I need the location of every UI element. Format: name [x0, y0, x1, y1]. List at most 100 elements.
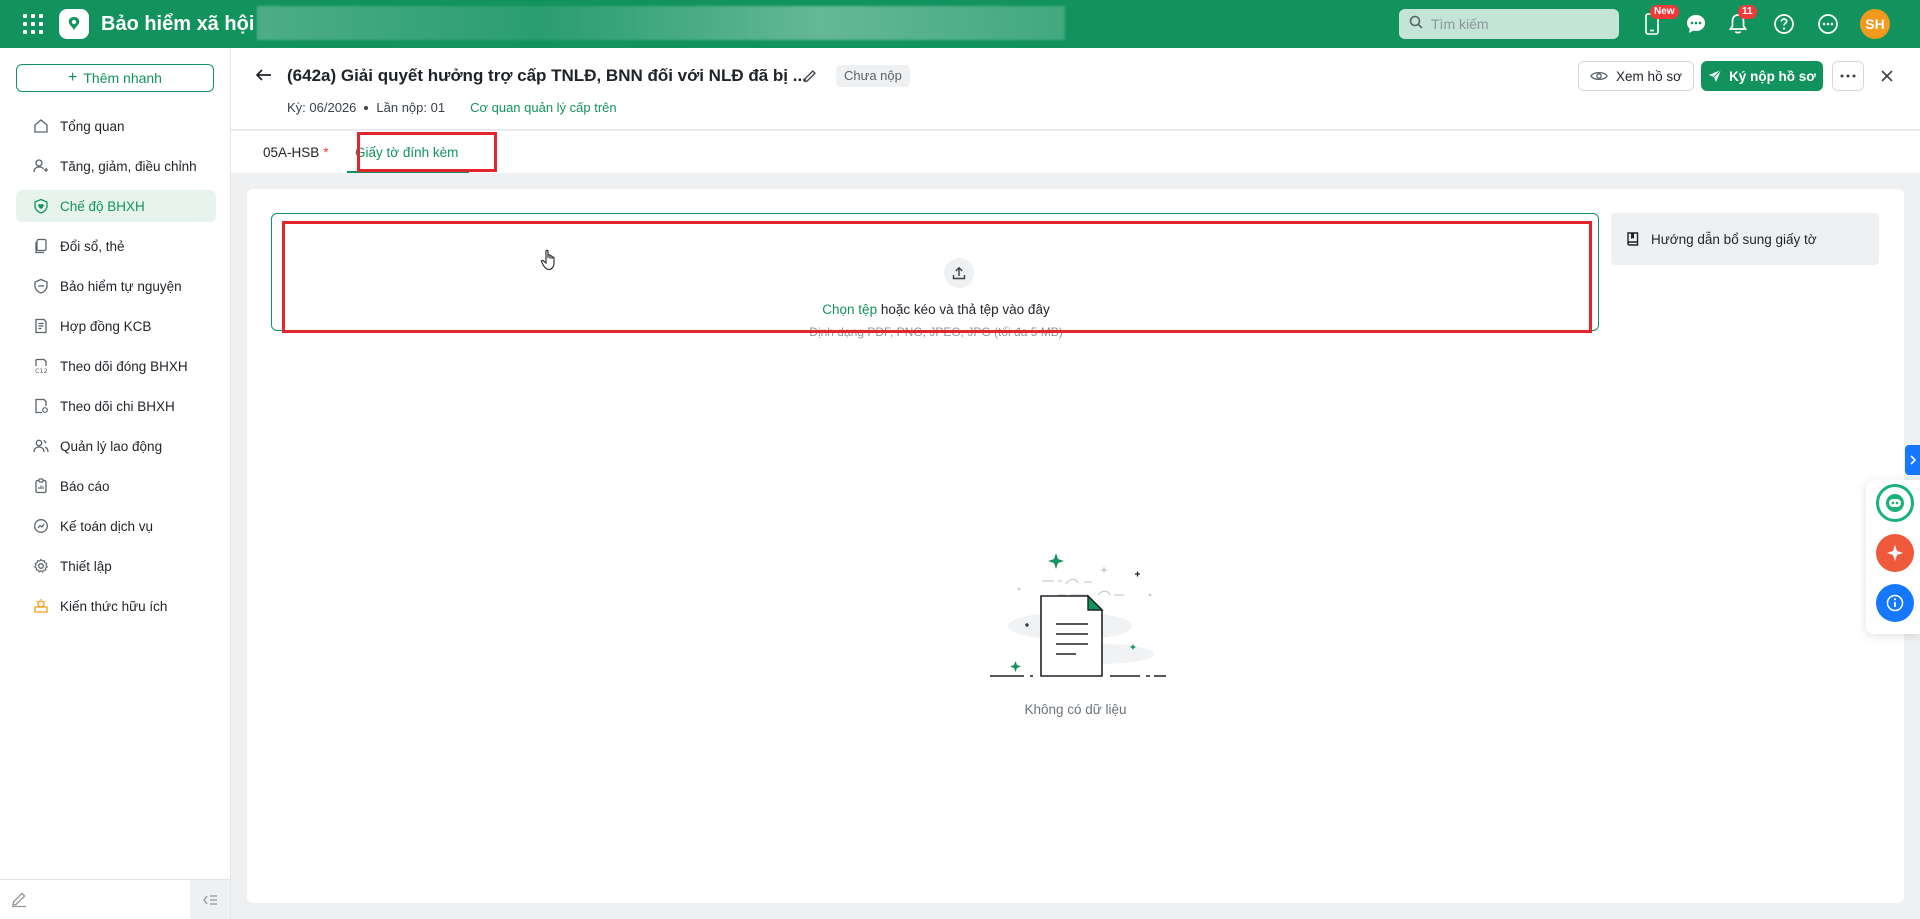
accounting-icon	[32, 517, 50, 535]
info-button[interactable]	[1876, 584, 1914, 622]
hand-cursor-icon	[540, 249, 558, 276]
expand-panel-button[interactable]	[1905, 445, 1920, 475]
attachment-guide-label: Hướng dẫn bổ sung giấy tờ	[1651, 231, 1817, 247]
submission-meta: Kỳ: 06/2026 Lần nộp: 01 Cơ quan quản lý …	[287, 100, 617, 115]
page-header: (642a) Giải quyết hưởng trợ cấp TNLĐ, BN…	[231, 48, 1920, 130]
choose-file-link[interactable]: Chọn tệp	[822, 302, 877, 317]
chat-button[interactable]	[1682, 10, 1710, 38]
view-dossier-button[interactable]: Xem hồ sơ	[1578, 61, 1694, 91]
report-icon	[32, 477, 50, 495]
collapse-sidebar-button[interactable]	[190, 880, 230, 919]
chat-bubble-icon	[1687, 15, 1705, 33]
tab-label: 05A-HSB	[263, 144, 320, 160]
gear-icon	[32, 557, 50, 575]
view-dossier-label: Xem hồ sơ	[1616, 68, 1682, 84]
sidebar-item-label: Kiến thức hữu ích	[60, 598, 168, 614]
new-badge: New	[1650, 5, 1679, 19]
sidebar-item-service-accounting[interactable]: Kế toán dịch vụ	[16, 510, 216, 542]
sidebar-item-label: Tổng quan	[60, 118, 125, 134]
required-mark: *	[323, 144, 329, 160]
pencil-icon	[12, 892, 26, 908]
search-input[interactable]	[1431, 16, 1611, 32]
attachment-guide-button[interactable]: Hướng dẫn bổ sung giấy tờ	[1611, 213, 1879, 265]
sidebar-item-label: Kế toán dịch vụ	[60, 518, 154, 534]
sidebar-item-social-insurance-benefits[interactable]: Chế độ BHXH	[16, 190, 216, 222]
sidebar-item-label: Bảo hiểm tự nguyện	[60, 278, 182, 294]
sign-submit-button[interactable]: Ký nộp hồ sơ	[1701, 61, 1823, 91]
blurred-banner	[257, 6, 1065, 40]
quick-add-button[interactable]: + Thêm nhanh	[16, 64, 214, 92]
shield-icon	[32, 277, 50, 295]
sidebar-item-label: Theo dõi đóng BHXH	[60, 358, 188, 374]
help-button[interactable]	[1770, 10, 1798, 38]
sidebar-item-label: Quản lý lao động	[60, 438, 163, 454]
close-button[interactable]	[1875, 64, 1899, 88]
ai-assistant-button[interactable]	[1876, 534, 1914, 572]
chatbot-icon	[1886, 494, 1904, 512]
submission-count: Lần nộp: 01	[376, 100, 446, 115]
users-icon	[32, 437, 50, 455]
agency-link[interactable]: Cơ quan quản lý cấp trên	[470, 100, 617, 115]
notification-count-badge: 11	[1738, 5, 1757, 19]
sidebar-footer	[0, 879, 231, 919]
edit-menu-button[interactable]	[10, 890, 30, 910]
plus-icon: +	[68, 69, 78, 86]
sidebar-item-reports[interactable]: Báo cáo	[16, 470, 216, 502]
search-box[interactable]	[1399, 9, 1619, 39]
sidebar-item-labor-management[interactable]: Quản lý lao động	[16, 430, 216, 462]
document-settings-icon	[32, 397, 50, 415]
tab-label: Giấy tờ đính kèm	[355, 144, 459, 160]
user-avatar[interactable]: SH	[1860, 9, 1890, 39]
more-actions-button[interactable]	[1832, 61, 1864, 91]
sidebar-item-voluntary-insurance[interactable]: Bảo hiểm tự nguyện	[16, 270, 216, 302]
apps-grid-icon[interactable]	[21, 12, 45, 36]
sidebar-item-overview[interactable]: Tổng quan	[16, 110, 216, 142]
sidebar-item-label: Chế độ BHXH	[60, 198, 145, 214]
collapse-sidebar-icon	[203, 895, 217, 905]
empty-state-message: Không có dữ liệu	[1024, 702, 1127, 717]
sidebar-item-label: Thiết lập	[60, 558, 112, 574]
chatbot-button[interactable]	[1876, 484, 1914, 522]
help-circle-icon	[1774, 14, 1794, 34]
notifications-button[interactable]: 11	[1724, 5, 1757, 38]
back-button[interactable]	[253, 64, 277, 88]
sidebar-item-book-card-exchange[interactable]: Đổi sổ, thẻ	[16, 230, 216, 262]
info-icon	[1886, 594, 1904, 612]
sidebar-nav: Tổng quan Tăng, giảm, điều chỉnh Chế độ …	[16, 110, 216, 630]
file-dropzone[interactable]: Chọn tệp hoặc kéo và thả tệp vào đây Địn…	[271, 213, 1600, 339]
sidebar-item-settings[interactable]: Thiết lập	[16, 550, 216, 582]
sidebar-item-adjustments[interactable]: Tăng, giảm, điều chỉnh	[16, 150, 216, 182]
upload-icon	[944, 258, 974, 288]
attachments-panel: Chọn tệp hoặc kéo và thả tệp vào đây Địn…	[247, 189, 1904, 903]
drag-drop-text: hoặc kéo và thả tệp vào đây	[877, 302, 1050, 317]
period-label: Kỳ: 06/2026	[287, 100, 357, 115]
sidebar-item-label: Báo cáo	[60, 478, 110, 494]
more-apps-button[interactable]	[1814, 10, 1842, 38]
close-icon	[1881, 70, 1893, 82]
sidebar: + Thêm nhanh Tổng quan Tăng, giảm, điều …	[0, 48, 231, 919]
brand-logo-icon	[59, 9, 89, 39]
edit-title-button[interactable]	[802, 68, 818, 89]
page-title: (642a) Giải quyết hưởng trợ cấp TNLĐ, BN…	[287, 66, 807, 85]
ellipsis-icon	[1840, 74, 1856, 78]
tab-05a-hsb[interactable]: 05A-HSB *	[263, 131, 329, 173]
send-icon	[1709, 69, 1722, 82]
sidebar-item-track-payments[interactable]: Theo dõi chi BHXH	[16, 390, 216, 422]
book-icon	[1627, 232, 1639, 246]
sidebar-item-track-contributions[interactable]: C12 Theo dõi đóng BHXH	[16, 350, 216, 382]
tab-attachments[interactable]: Giấy tờ đính kèm	[355, 131, 458, 173]
sidebar-item-label: Tăng, giảm, điều chỉnh	[60, 158, 197, 174]
file-format-hint: Định dạng PDF, PNG, JPEG, JPG (tối đa 5 …	[809, 325, 1063, 339]
sidebar-item-useful-knowledge[interactable]: Kiến thức hữu ích	[16, 590, 216, 622]
status-badge: Chưa nộp	[836, 65, 910, 87]
chevron-right-icon	[1909, 455, 1916, 465]
dropzone-instruction: Chọn tệp hoặc kéo và thả tệp vào đây	[272, 302, 1600, 317]
sidebar-item-label: Theo dõi chi BHXH	[60, 398, 175, 414]
separator-dot	[364, 105, 369, 110]
sidebar-item-kcb-contract[interactable]: Hợp đồng KCB	[16, 310, 216, 342]
knowledge-icon	[32, 597, 50, 615]
sidebar-item-label: Đổi sổ, thẻ	[60, 238, 125, 254]
form-tabs: 05A-HSB * Giấy tờ đính kèm	[231, 131, 1920, 173]
eye-icon	[1590, 71, 1608, 81]
mobile-app-button[interactable]: New	[1638, 5, 1679, 38]
